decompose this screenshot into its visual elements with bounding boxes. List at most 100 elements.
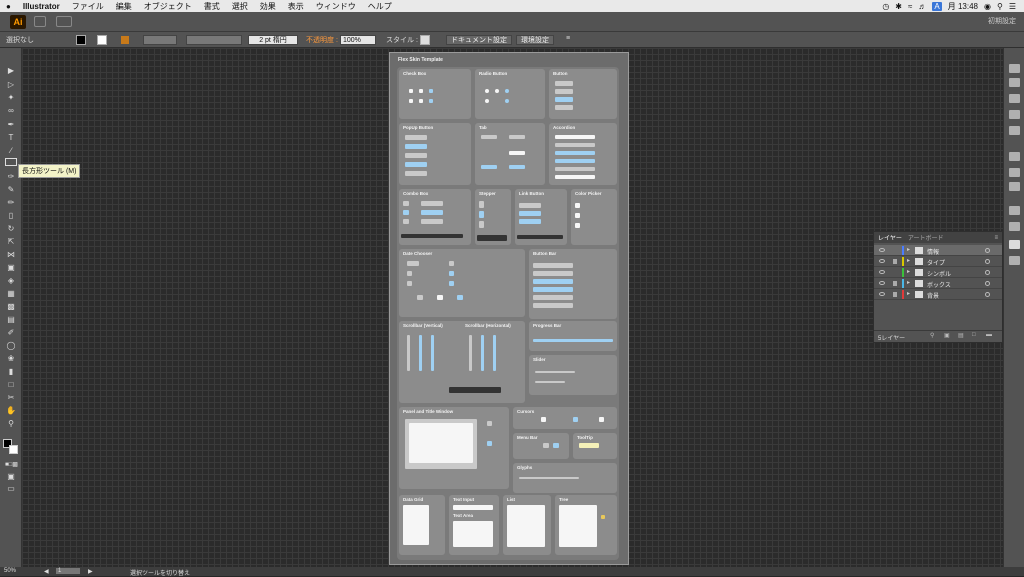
layers-panel-icon[interactable] [1009, 240, 1020, 249]
stroke-panel-icon[interactable] [1009, 152, 1020, 161]
layer-name[interactable]: ボックス [927, 280, 951, 289]
menu-edit[interactable]: 編集 [110, 1, 138, 12]
stroke-weight-field[interactable] [143, 35, 177, 45]
menu-view[interactable]: 表示 [282, 1, 310, 12]
shape-builder-tool-icon[interactable]: ◈ [5, 276, 17, 286]
stroke-color-icon[interactable] [9, 445, 18, 454]
layer-row[interactable]: ▸ 情報 [874, 245, 1002, 256]
hand-tool-icon[interactable]: ✋ [5, 406, 17, 416]
color-mode-icon[interactable]: ■□▩ [5, 460, 18, 470]
graphic-styles-icon[interactable] [1009, 222, 1020, 231]
lasso-tool-icon[interactable]: ∞ [5, 106, 17, 116]
layer-row[interactable]: ▸ ボックス [874, 278, 1002, 289]
input-source-indicator[interactable]: A [932, 1, 942, 11]
arrange-documents-button[interactable] [56, 16, 72, 27]
lock-icon[interactable] [893, 292, 897, 297]
brush-definition-field[interactable]: 2 pt 楕円 [248, 35, 298, 45]
visibility-eye-icon[interactable] [879, 270, 885, 274]
free-transform-tool-icon[interactable]: ▣ [5, 263, 17, 273]
magic-wand-tool-icon[interactable]: ✦ [5, 93, 17, 103]
mesh-tool-icon[interactable]: ▩ [5, 302, 17, 312]
column-graph-tool-icon[interactable]: ▮ [5, 367, 17, 377]
artboards-panel-icon[interactable] [1009, 256, 1020, 265]
visibility-eye-icon[interactable] [879, 281, 885, 285]
bluetooth-icon[interactable]: ✱ [895, 2, 902, 11]
visibility-eye-icon[interactable] [879, 292, 885, 296]
document-setup-button[interactable]: ドキュメント設定 [446, 35, 512, 45]
gradient-panel-icon[interactable] [1009, 168, 1020, 177]
expand-arrow-icon[interactable]: ▸ [907, 290, 910, 297]
zoom-tool-icon[interactable]: ⚲ [5, 419, 17, 429]
wifi-icon[interactable]: ≈ [908, 2, 912, 11]
eyedropper-tool-icon[interactable]: ✐ [5, 328, 17, 338]
pencil-tool-icon[interactable]: ✏ [5, 198, 17, 208]
menu-object[interactable]: オブジェクト [138, 1, 198, 12]
scale-tool-icon[interactable]: ⇱ [5, 237, 17, 247]
rotate-tool-icon[interactable]: ↻ [5, 224, 17, 234]
workspace-switcher[interactable]: 初期設定 [988, 16, 1016, 26]
gradient-tool-icon[interactable]: ▤ [5, 315, 17, 325]
layer-name[interactable]: 背景 [927, 291, 939, 300]
preferences-button[interactable]: 環境設定 [516, 35, 554, 45]
layer-row[interactable]: ▸ 背景 [874, 289, 1002, 300]
time-machine-icon[interactable]: ◷ [882, 2, 889, 11]
shaper-tool-icon[interactable]: ✎ [5, 185, 17, 195]
layer-target-icon[interactable] [985, 248, 990, 253]
expand-arrow-icon[interactable]: ▸ [907, 268, 910, 275]
layer-row[interactable]: ▸ タイプ [874, 256, 1002, 267]
transparency-panel-icon[interactable] [1009, 182, 1020, 191]
layer-row[interactable]: ▸ シンボル [874, 267, 1002, 278]
visibility-eye-icon[interactable] [879, 259, 885, 263]
screen-mode-icon[interactable]: ▭ [5, 484, 17, 494]
layer-name[interactable]: 情報 [927, 247, 939, 256]
volume-icon[interactable]: ♬ [918, 2, 926, 11]
drawing-mode-icon[interactable]: ▣ [5, 472, 17, 482]
opacity-label[interactable]: 不透明度 : [306, 35, 338, 45]
visibility-eye-icon[interactable] [879, 248, 885, 252]
menu-select[interactable]: 選択 [226, 1, 254, 12]
graphic-style-swatch[interactable] [420, 35, 430, 45]
tab-artboards[interactable]: アートボード [908, 233, 944, 242]
blend-tool-icon[interactable]: ◯ [5, 341, 17, 351]
symbols-panel-icon[interactable] [1009, 126, 1020, 135]
notification-center-icon[interactable]: ☰ [1009, 2, 1016, 11]
menu-app-name[interactable]: Illustrator [17, 2, 66, 11]
lock-icon[interactable] [893, 281, 897, 286]
layer-name[interactable]: シンボル [927, 269, 951, 278]
menu-type[interactable]: 書式 [198, 1, 226, 12]
zoom-level[interactable]: 50% [4, 568, 16, 574]
fill-swatch[interactable] [76, 35, 86, 45]
delete-layer-icon[interactable]: ▬ [986, 332, 992, 338]
arrange-icon[interactable]: ≡ [566, 35, 570, 45]
opacity-field[interactable]: 100% [340, 35, 376, 45]
artboard-number[interactable]: 1 [56, 568, 80, 574]
menu-window[interactable]: ウィンドウ [310, 1, 362, 12]
lock-icon[interactable] [893, 259, 897, 264]
menu-effect[interactable]: 効果 [254, 1, 282, 12]
layer-target-icon[interactable] [985, 259, 990, 264]
layer-name[interactable]: タイプ [927, 258, 945, 267]
locate-object-icon[interactable]: ⚲ [930, 332, 934, 339]
perspective-grid-tool-icon[interactable]: ▦ [5, 289, 17, 299]
expand-arrow-icon[interactable]: ▸ [907, 279, 910, 286]
artboard[interactable]: Flex Skin Template Check Box Radio Butto… [389, 52, 629, 565]
tab-layers[interactable]: レイヤー [878, 233, 902, 242]
swatches-panel-icon[interactable] [1009, 94, 1020, 103]
color-panel-icon[interactable] [1009, 64, 1020, 73]
expand-arrow-icon[interactable]: ▸ [907, 257, 910, 264]
new-sublayer-icon[interactable]: ▤ [958, 332, 964, 339]
menubar-clock[interactable]: 月 13:48 [948, 1, 978, 12]
user-icon[interactable]: ◉ [984, 2, 991, 11]
selection-tool-icon[interactable]: ▶ [5, 66, 17, 76]
rectangle-tool-icon[interactable] [5, 158, 17, 166]
stroke-icon[interactable] [121, 36, 129, 44]
paintbrush-tool-icon[interactable]: ✑ [5, 172, 17, 182]
layer-target-icon[interactable] [985, 292, 990, 297]
apple-menu-icon[interactable]: ● [0, 2, 17, 11]
panel-menu-icon[interactable]: ≡ [994, 235, 1002, 241]
menu-file[interactable]: ファイル [66, 1, 110, 12]
brushes-panel-icon[interactable] [1009, 110, 1020, 119]
pen-tool-icon[interactable]: ✒ [5, 120, 17, 130]
clipping-mask-icon[interactable]: ▣ [944, 332, 950, 339]
layer-target-icon[interactable] [985, 281, 990, 286]
